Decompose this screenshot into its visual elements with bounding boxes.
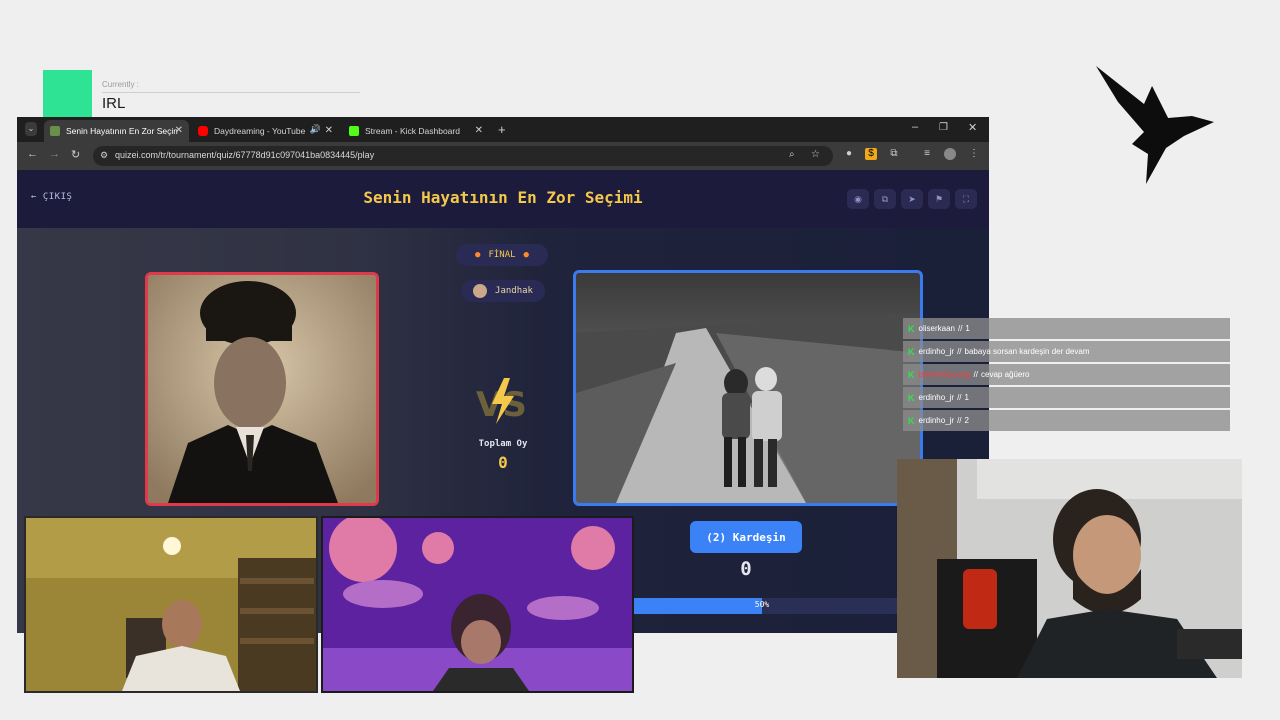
url-text[interactable]: quizei.com/tr/tournament/quiz/67778d91c0… (115, 150, 374, 160)
close-tab-icon[interactable]: ✕ (175, 125, 183, 136)
right-choice-card[interactable] (573, 270, 923, 506)
menu-kebab-icon[interactable]: ⋮ (968, 148, 980, 160)
chat-message: Kerdinho_jr//2 (903, 410, 1230, 431)
total-votes-value: 0 (498, 453, 508, 472)
chat-text: 1 (964, 393, 969, 402)
chat-message: Kerdinho_jr//babaya sorsan kardeşin der … (903, 341, 1230, 362)
kick-badge-icon: K (908, 323, 915, 334)
round-badge: ● FİNAL ● (456, 244, 548, 266)
currently-label: Currently : (102, 80, 139, 89)
chat-text: 2 (964, 416, 969, 425)
total-votes-label: Toplam Oy (478, 439, 528, 449)
profile-avatar-icon[interactable] (944, 148, 956, 160)
webcam-guest-1 (24, 516, 318, 693)
round-label: FİNAL (488, 250, 516, 260)
left-choice-image (148, 275, 376, 503)
chat-separator-icon: // (957, 416, 962, 425)
tab-title: Daydreaming - YouTube (214, 126, 306, 136)
tab-quizei[interactable]: Senin Hayatının En Zor Seçimi ✕ (44, 120, 189, 142)
right-choice-votes: 0 (740, 558, 752, 580)
versus-lightning-icon: VS (476, 378, 527, 425)
minimize-button[interactable]: – (912, 121, 918, 133)
creator-name: Jandhak (495, 286, 533, 296)
chat-username: erdinho_jr (918, 347, 955, 356)
site-settings-icon[interactable]: ⚙ (100, 150, 108, 161)
fire-icon: ● (523, 250, 529, 260)
vote-progress-label: 50% (754, 600, 770, 609)
flag-icon[interactable]: ⚑ (928, 189, 950, 209)
forward-arrow-icon[interactable]: → (49, 148, 60, 160)
kick-badge-icon: K (908, 415, 915, 426)
fullscreen-icon[interactable]: ⛶ (955, 189, 977, 209)
chat-message: Koliserkaan//1 (903, 318, 1230, 339)
close-tab-icon[interactable]: ✕ (475, 125, 483, 136)
tab-bar: ⌄ Senin Hayatının En Zor Seçimi ✕ Daydre… (17, 117, 989, 142)
fire-icon: ● (475, 250, 481, 260)
extension-bulb-icon[interactable]: ● (843, 148, 855, 160)
zoom-icon[interactable]: ⌕ (789, 149, 795, 160)
chat-text: babaya sorsan kardeşin der devam (964, 347, 1090, 356)
eye-icon[interactable]: ◉ (847, 189, 869, 209)
webcam-feed-image (26, 518, 316, 691)
chat-username: oliserkaan (918, 324, 955, 333)
tab-kick[interactable]: Stream - Kick Dashboard ✕ (343, 120, 489, 142)
kick-badge-icon: K (908, 346, 915, 357)
vote-progress-bar: 50% (627, 598, 897, 614)
audio-playing-icon[interactable]: 🔊 (310, 124, 321, 135)
chat-text: cevap ağüero (981, 370, 1030, 379)
tab-title: Stream - Kick Dashboard (365, 126, 460, 136)
accent-square (43, 70, 92, 117)
webcam-feed-image (323, 518, 632, 691)
address-bar: ← → ↻ ⚙ quizei.com/tr/tournament/quiz/67… (17, 142, 989, 170)
tab-title: Senin Hayatının En Zor Seçimi (66, 126, 178, 136)
tab-search-button[interactable]: ⌄ (25, 122, 37, 136)
left-choice-card[interactable] (145, 272, 379, 506)
chat-message: Kbaronickyoung//cevap ağüero (903, 364, 1230, 385)
extensions-puzzle-icon[interactable]: ⧉ (888, 148, 900, 160)
chat-username: erdinho_jr (918, 416, 955, 425)
reload-icon[interactable]: ↻ (71, 148, 80, 161)
youtube-favicon-icon (198, 126, 208, 136)
creator-badge[interactable]: Jandhak (461, 280, 545, 302)
chat-separator-icon: // (973, 370, 978, 379)
back-arrow-icon[interactable]: ← (27, 148, 38, 160)
tab-youtube[interactable]: Daydreaming - YouTube 🔊 ✕ (192, 120, 339, 142)
kick-favicon-icon (349, 126, 359, 136)
webcam-guest-2 (321, 516, 634, 693)
webcam-feed-image (897, 459, 1242, 678)
chat-message: Kerdinho_jr//1 (903, 387, 1230, 408)
currently-value: IRL (102, 95, 126, 112)
chat-separator-icon: // (957, 393, 962, 402)
bookmark-star-icon[interactable]: ☆ (811, 149, 820, 160)
media-controls-icon[interactable]: ≡ (921, 148, 933, 160)
chat-username: baronickyoung (918, 370, 971, 379)
maximize-button[interactable]: ❐ (939, 122, 948, 133)
close-window-button[interactable]: ✕ (968, 121, 977, 134)
close-tab-icon[interactable]: ✕ (325, 125, 333, 136)
quizei-favicon-icon (50, 126, 60, 136)
page-title: Senin Hayatının En Zor Seçimi (363, 188, 643, 207)
bird-logo-icon (1096, 66, 1214, 184)
right-choice-image (576, 273, 920, 503)
choose-right-button[interactable]: (2) Kardeşin (690, 521, 802, 553)
new-tab-button[interactable]: + (498, 122, 506, 137)
share-icon[interactable]: ⧉ (874, 189, 896, 209)
omnibox[interactable]: ⚙ quizei.com/tr/tournament/quiz/67778d91… (93, 146, 833, 166)
webcam-streamer (897, 459, 1242, 678)
currently-divider (102, 92, 360, 93)
send-icon[interactable]: ➤ (901, 189, 923, 209)
kick-badge-icon: K (908, 392, 915, 403)
chat-text: 1 (965, 324, 970, 333)
chat-username: erdinho_jr (918, 393, 955, 402)
avatar (473, 284, 488, 298)
chat-separator-icon: // (957, 324, 963, 333)
kick-badge-icon: K (908, 369, 915, 380)
chat-separator-icon: // (957, 347, 962, 356)
extension-icon[interactable]: $ (865, 148, 877, 160)
quiz-header: ← ÇIKIŞ Senin Hayatının En Zor Seçimi ◉ … (17, 170, 989, 228)
